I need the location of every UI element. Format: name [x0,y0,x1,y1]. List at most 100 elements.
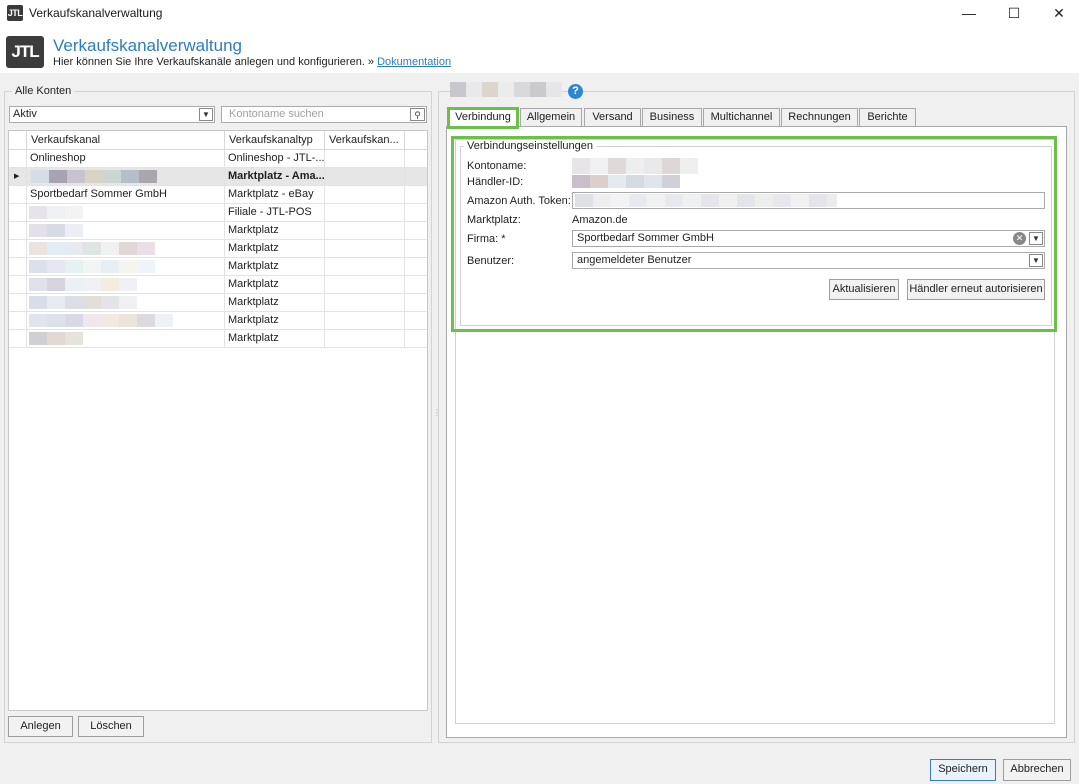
row-filler [405,294,427,312]
row-indicator [9,276,27,294]
row-extra [325,204,405,222]
row-extra [325,168,405,186]
column-header-filler [405,131,427,150]
delete-account-button[interactable]: Löschen [78,716,144,737]
splitter-handle[interactable]: ⋮ [433,408,441,424]
row-channel-type: Marktplatz [225,276,325,294]
app-icon: JTL [7,5,23,21]
search-icon[interactable]: ⚲ [410,108,425,121]
save-button[interactable]: Speichern [930,759,996,781]
footer-bar [0,752,1079,784]
row-extra [325,312,405,330]
cancel-button[interactable]: Abbrechen [1003,759,1071,781]
accounts-table: Verkaufskanal Verkaufskanaltyp Verkaufsk… [8,130,428,711]
window-title: Verkaufskanalverwaltung [29,6,163,20]
jtl-logo: JTL [6,36,44,68]
row-pointer-icon: ▶ [9,168,27,186]
row-extra [325,258,405,276]
table-row[interactable]: Sportbedarf Sommer GmbH Marktplatz - eBa… [9,186,427,204]
row-filler [405,150,427,168]
row-extra [325,294,405,312]
row-extra [325,222,405,240]
row-extra [325,240,405,258]
row-indicator [9,150,27,168]
accounts-group-label: Alle Konten [12,85,75,97]
redacted-account-name [27,240,225,258]
tab-berichte[interactable]: Berichte [859,108,916,127]
redacted-account-name [27,222,225,240]
row-indicator [9,186,27,204]
row-filler [405,222,427,240]
row-indicator [9,258,27,276]
add-account-button[interactable]: Anlegen [8,716,73,737]
maximize-button[interactable]: ☐ [991,0,1037,27]
table-row[interactable]: Filiale - JTL-POS [9,204,427,222]
row-channel-type: Marktplatz [225,222,325,240]
table-row[interactable]: Marktplatz [9,294,427,312]
row-channel-name: Sportbedarf Sommer GmbH [27,186,225,204]
table-row[interactable]: Marktplatz [9,330,427,348]
table-row[interactable]: Marktplatz [9,258,427,276]
highlight-tab-annotation [447,107,519,129]
table-row[interactable]: Marktplatz [9,276,427,294]
row-filler [405,330,427,348]
status-filter-value: Aktiv [13,108,37,120]
row-filler [405,276,427,294]
column-header-channel[interactable]: Verkaufskanal [27,131,225,150]
redacted-account-title [450,82,564,97]
tab-allgemein[interactable]: Allgemein [520,108,582,127]
row-channel-type: Marktplatz [225,312,325,330]
account-search-input[interactable]: Kontoname suchen ⚲ [221,106,427,123]
table-row[interactable]: Onlineshop Onlineshop - JTL-... [9,150,427,168]
row-channel-type: Marktplatz [225,330,325,348]
search-placeholder: Kontoname suchen [229,108,324,120]
redacted-account-name [27,294,225,312]
redacted-account-name [27,276,225,294]
chevron-down-icon[interactable]: ▼ [199,108,213,121]
tab-rechnungen[interactable]: Rechnungen [781,108,858,127]
status-filter-dropdown[interactable]: Aktiv ▼ [9,106,215,123]
row-filler [405,186,427,204]
row-filler [405,258,427,276]
row-filler [405,240,427,258]
row-filler [405,168,427,186]
subtitle-text: Hier können Sie Ihre Verkaufskanäle anle… [53,56,375,68]
table-row[interactable]: Marktplatz [9,312,427,330]
row-channel-type: Filiale - JTL-POS [225,204,325,222]
page-subtitle: Hier können Sie Ihre Verkaufskanäle anle… [53,56,451,68]
row-channel-type: Marktplatz [225,258,325,276]
row-indicator [9,204,27,222]
table-row[interactable]: Marktplatz [9,222,427,240]
minimize-button[interactable]: — [946,0,992,27]
row-indicator [9,312,27,330]
row-channel-type: Marktplatz - Ama... [225,168,325,186]
highlight-settings-annotation [451,136,1057,332]
documentation-link[interactable]: Dokumentation [377,56,451,68]
row-channel-name: Onlineshop [27,150,225,168]
row-extra [325,186,405,204]
row-indicator [9,240,27,258]
page-title: Verkaufskanalverwaltung [53,36,243,55]
close-button[interactable]: ✕ [1036,0,1079,27]
row-indicator [9,330,27,348]
column-header-type[interactable]: Verkaufskanaltyp [225,131,325,150]
row-filler [405,312,427,330]
row-channel-type: Marktplatz [225,294,325,312]
tab-multichannel[interactable]: Multichannel [703,108,780,127]
tab-business[interactable]: Business [642,108,702,127]
redacted-account-name [27,168,225,186]
row-channel-type: Onlineshop - JTL-... [225,150,325,168]
row-extra [325,330,405,348]
row-filler [405,204,427,222]
table-row[interactable]: Marktplatz [9,240,427,258]
row-channel-type: Marktplatz [225,240,325,258]
table-row-selected[interactable]: ▶ Marktplatz - Ama... [9,168,427,186]
help-icon[interactable]: ? [568,84,583,99]
redacted-account-name [27,330,225,348]
row-channel-type: Marktplatz - eBay [225,186,325,204]
row-indicator [9,222,27,240]
column-header-channel-extra[interactable]: Verkaufskan... [325,131,405,150]
row-indicator [9,294,27,312]
tab-versand[interactable]: Versand [584,108,641,127]
redacted-account-name [27,204,225,222]
